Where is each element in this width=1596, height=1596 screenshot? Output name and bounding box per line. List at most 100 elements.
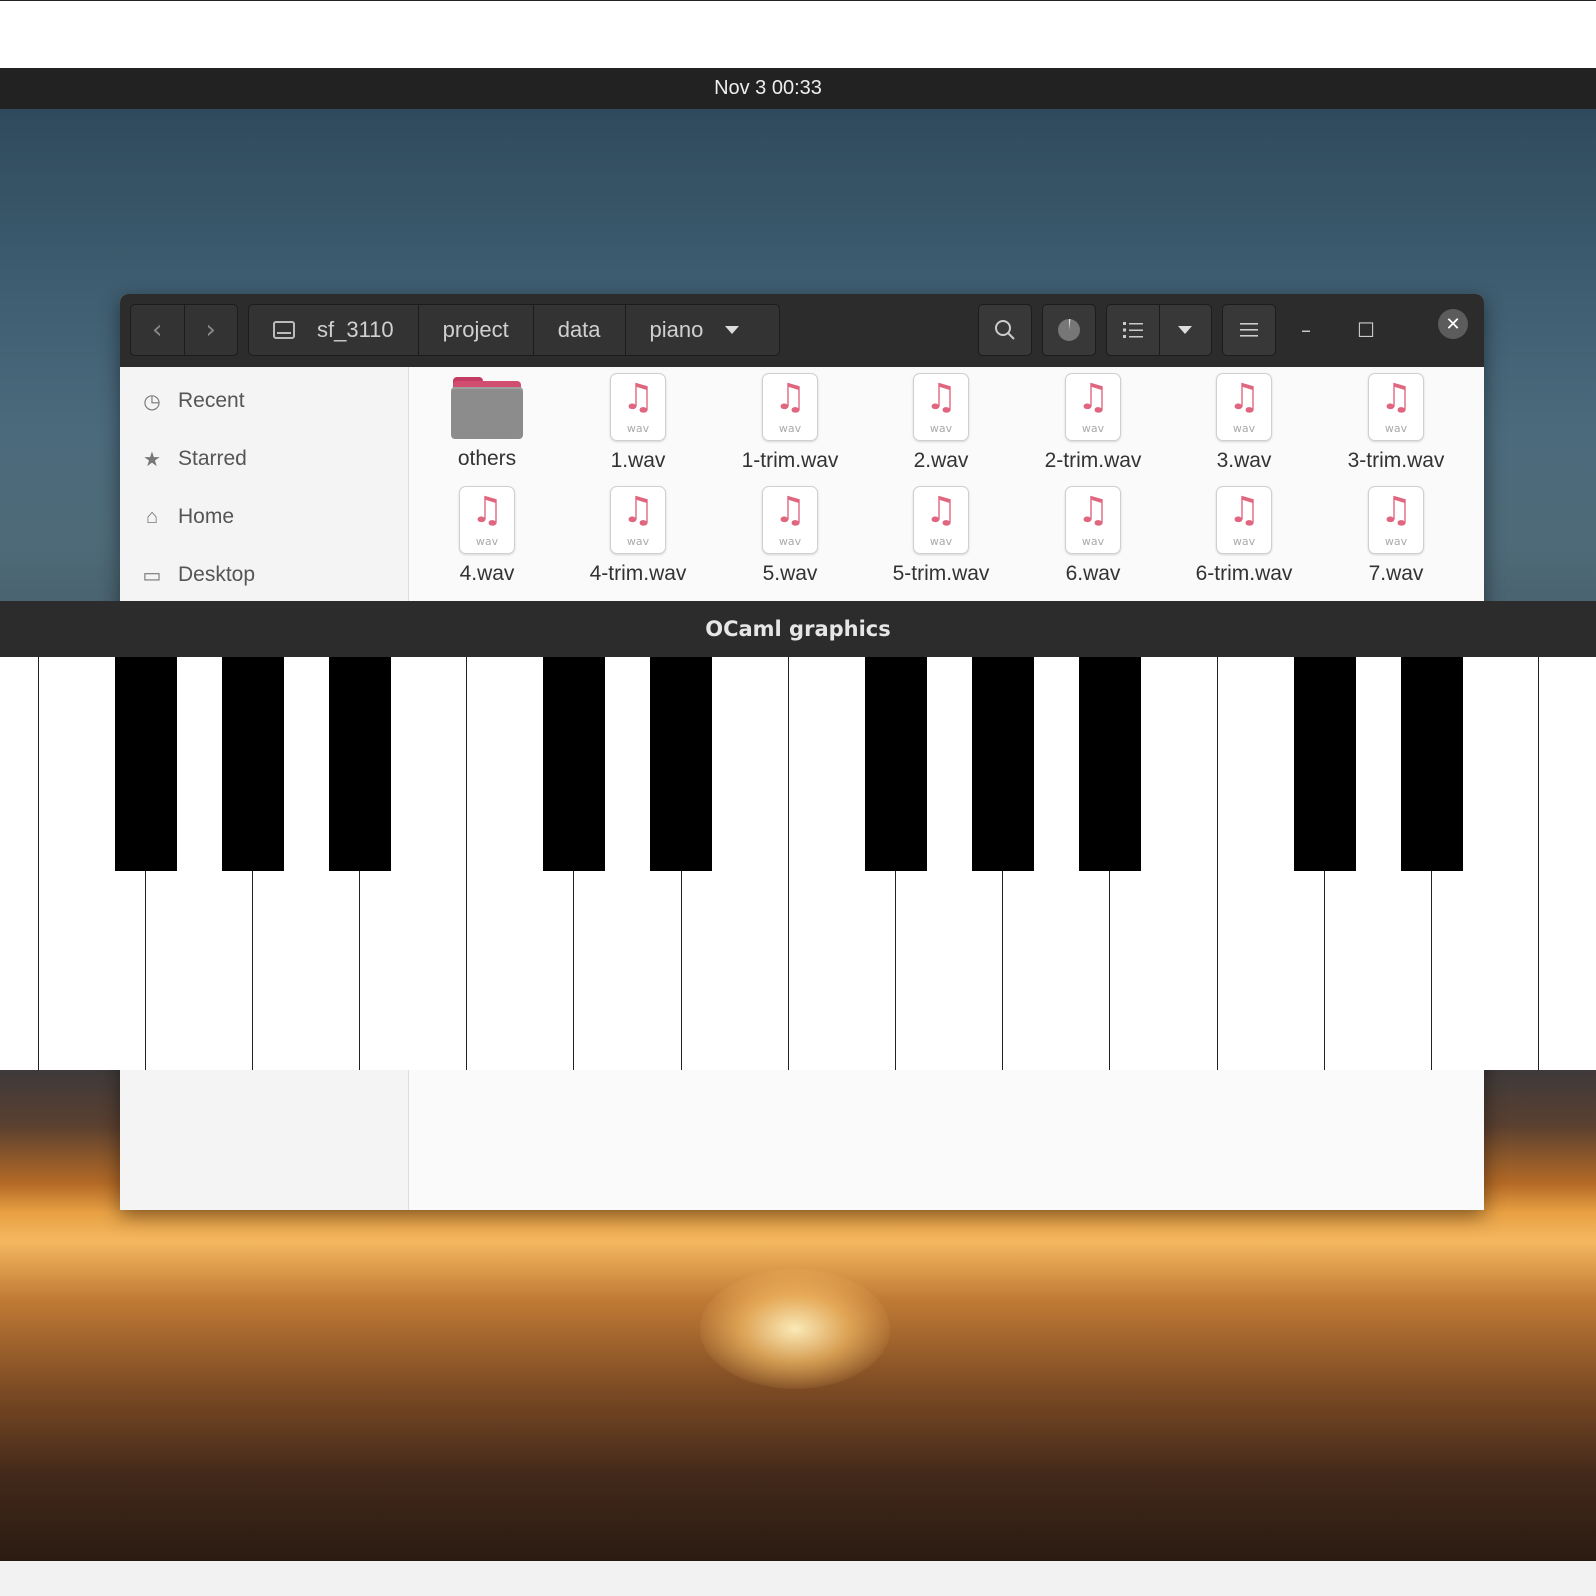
breadcrumb-item-sf3110[interactable]: sf_3110 [249,305,419,355]
view-options-group [1106,304,1212,356]
list-view-icon [1122,322,1143,338]
search-button[interactable] [978,304,1032,356]
black-key[interactable] [865,657,927,871]
sidebar-item-recent[interactable]: ◷ Recent [140,381,245,421]
audio-file-icon: ♫ wav [1216,373,1272,441]
black-key[interactable] [972,657,1034,871]
back-button[interactable]: ‹ [131,305,185,355]
view-dropdown-button[interactable] [1160,305,1212,355]
screen-top-margin [0,0,1596,69]
black-key[interactable] [543,657,605,871]
search-icon [995,320,1015,340]
star-icon: ★ [143,448,161,471]
black-key[interactable] [1401,657,1463,871]
audio-file-icon: ♫ wav [1065,373,1121,441]
black-key[interactable] [650,657,712,871]
white-key[interactable] [1539,657,1596,1070]
maximize-button[interactable]: ☐ [1346,312,1386,348]
main-menu-button[interactable] [1222,304,1276,356]
file-name: 4-trim.wav [589,562,687,585]
audio-file-icon: ♫ wav [1368,486,1424,554]
file-item[interactable]: ♫ wav 2-trim.wav [1018,373,1168,473]
file-item[interactable]: ♫ wav 4.wav [412,486,562,586]
file-name: 2-trim.wav [1044,449,1142,472]
audio-file-icon: ♫ wav [762,373,818,441]
file-name: 1.wav [610,449,666,472]
audio-file-icon: ♫ wav [913,373,969,441]
black-key[interactable] [1294,657,1356,871]
file-manager-headerbar: ‹ › sf_3110 project data piano – ☐ ✕ [120,294,1484,367]
maximize-icon: ☐ [1357,318,1375,342]
file-item[interactable]: ♫ wav 6.wav [1018,486,1168,586]
breadcrumb-label: project [442,317,509,342]
progress-pie-icon [1058,318,1080,341]
sidebar-item-desktop[interactable]: ▭ Desktop [140,555,256,595]
audio-file-icon: ♫ wav [1065,486,1121,554]
sidebar-item-starred[interactable]: ★ Starred [140,439,247,479]
piano-keyboard [0,657,1596,1070]
sidebar-item-label: Desktop [178,563,256,586]
black-key[interactable] [115,657,177,871]
minimize-button[interactable]: – [1286,312,1326,348]
black-key[interactable] [329,657,391,871]
file-name: 1-trim.wav [741,449,839,472]
breadcrumb-item-data[interactable]: data [534,305,626,355]
chevron-right-icon: › [205,315,216,345]
white-key[interactable] [0,657,39,1070]
window-title: OCaml graphics [0,601,1596,657]
clock-icon: ◷ [143,390,161,413]
sidebar-item-label: Recent [178,389,245,412]
audio-file-icon: ♫ wav [610,373,666,441]
nav-buttons: ‹ › [130,304,238,356]
black-key[interactable] [222,657,284,871]
desktop-icon: ▭ [142,564,162,587]
file-item[interactable]: ♫ wav 5.wav [715,486,865,586]
operations-button[interactable] [1042,304,1096,356]
file-name: 2.wav [913,449,969,472]
sidebar-item-home[interactable]: ⌂ Home [140,497,234,537]
breadcrumb-item-project[interactable]: project [419,305,534,355]
folder-icon [451,373,523,439]
sidebar-item-label: Home [178,505,235,528]
file-name: 5-trim.wav [892,562,990,585]
ocaml-graphics-window: OCaml graphics [0,601,1596,1071]
file-item[interactable]: ♫ wav 2.wav [866,373,1016,473]
sun-glow [700,1269,890,1389]
file-item[interactable]: ♫ wav 5-trim.wav [866,486,1016,586]
file-item[interactable]: ♫ wav 1.wav [563,373,713,473]
close-button[interactable]: ✕ [1438,309,1468,339]
breadcrumb-label: data [557,317,601,342]
folder-item[interactable]: others [412,373,562,471]
file-name: 3.wav [1216,449,1272,472]
file-item[interactable]: ♫ wav 3-trim.wav [1321,373,1471,473]
home-icon: ⌂ [145,505,159,528]
sidebar-item-label: Starred [178,447,247,470]
minimize-icon: – [1301,318,1311,342]
black-key[interactable] [1079,657,1141,871]
file-item[interactable]: ♫ wav 4-trim.wav [563,486,713,586]
chevron-down-icon [725,326,740,334]
drive-icon [273,321,295,339]
file-name: 6.wav [1065,562,1121,585]
file-name: 3-trim.wav [1347,449,1445,472]
audio-file-icon: ♫ wav [610,486,666,554]
file-name: 7.wav [1368,562,1424,585]
breadcrumb-label: sf_3110 [317,317,394,342]
close-icon: ✕ [1445,313,1461,335]
breadcrumb-label: piano [649,317,704,342]
list-view-button[interactable] [1107,305,1160,355]
file-item[interactable]: ♫ wav 7.wav [1321,486,1471,586]
forward-button[interactable]: › [185,305,238,355]
breadcrumb-item-piano[interactable]: piano [626,305,764,355]
chevron-down-icon [1178,326,1193,334]
file-name: others [457,447,517,470]
hamburger-icon [1240,323,1258,337]
audio-file-icon: ♫ wav [459,486,515,554]
file-item[interactable]: ♫ wav 3.wav [1169,373,1319,473]
breadcrumb: sf_3110 project data piano [248,304,780,356]
file-item[interactable]: ♫ wav 1-trim.wav [715,373,865,473]
audio-file-icon: ♫ wav [762,486,818,554]
clock[interactable]: Nov 3 00:33 [0,68,1536,109]
file-name: 5.wav [762,562,818,585]
file-item[interactable]: ♫ wav 6-trim.wav [1169,486,1319,586]
